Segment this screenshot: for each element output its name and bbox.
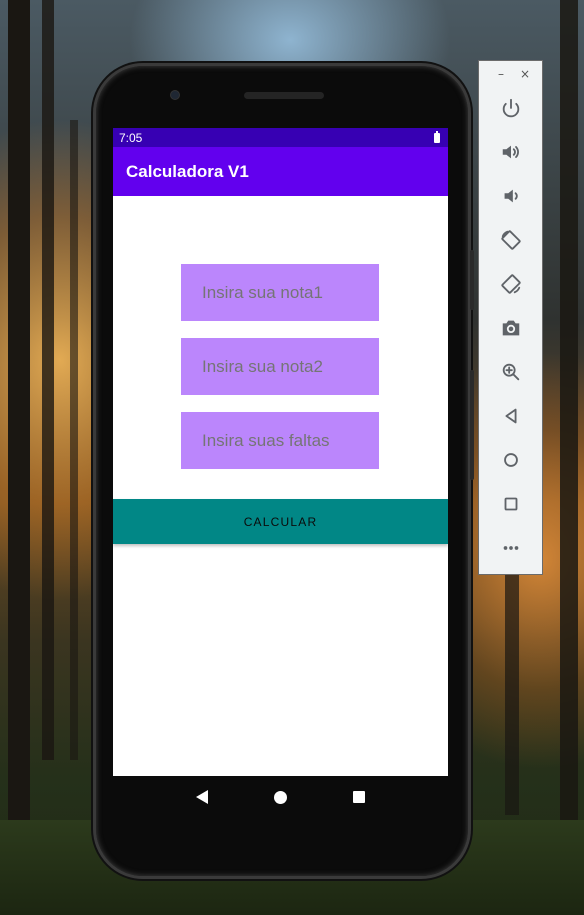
home-icon[interactable] [274,790,287,804]
earpiece-speaker [244,92,324,99]
faltas-input[interactable] [181,412,379,469]
phone-volume-button [470,370,474,480]
more-icon[interactable] [497,534,525,562]
battery-full-icon [434,130,440,143]
emulator-toolbar: – × [478,60,543,575]
minimize-button[interactable]: – [498,67,504,85]
home-icon[interactable] [497,446,525,474]
power-icon[interactable] [497,94,525,122]
back-icon[interactable] [497,402,525,430]
close-button[interactable]: × [520,67,530,85]
app-title: Calculadora V1 [126,161,249,181]
calculate-button[interactable]: CALCULAR [113,499,448,544]
screenshot-icon[interactable] [497,314,525,342]
app-screen: 7:05 Calculadora V1 CALCULAR [113,128,448,776]
calculate-button-label: CALCULAR [243,514,318,529]
app-bar: Calculadora V1 [113,147,448,196]
rotate-left-icon[interactable] [497,226,525,254]
zoom-icon[interactable] [497,358,525,386]
back-icon[interactable] [196,790,208,804]
overview-icon[interactable] [497,490,525,518]
phone-power-button [470,250,474,310]
nota2-input[interactable] [181,338,379,395]
android-nav-bar [113,776,448,818]
rotate-right-icon[interactable] [497,270,525,298]
nota1-input[interactable] [181,264,379,321]
recents-icon[interactable] [353,791,365,803]
status-bar: 7:05 [113,128,448,147]
front-camera [170,90,180,100]
status-time: 7:05 [119,130,143,145]
volume-down-icon[interactable] [497,182,525,210]
volume-up-icon[interactable] [497,138,525,166]
